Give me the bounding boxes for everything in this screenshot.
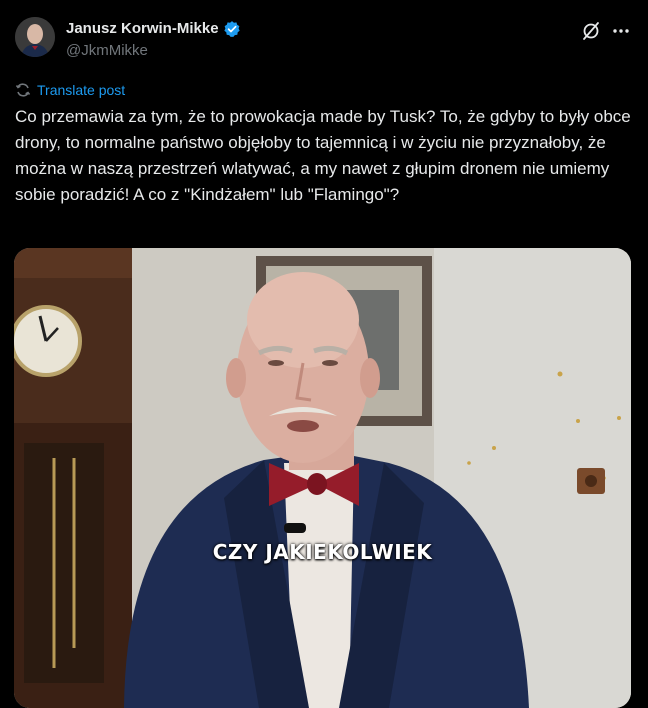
author-name-text: Janusz Korwin-Mikke xyxy=(66,20,219,37)
video-media[interactable]: CZY JAKIEKOLWIEK xyxy=(14,248,631,708)
verified-badge-icon xyxy=(223,20,241,38)
author-handle[interactable]: @JkmMikke xyxy=(66,41,148,61)
more-dots-icon[interactable] xyxy=(610,20,632,42)
post-text: Co przemawia za tym, że to prowokacja ma… xyxy=(15,107,636,204)
video-caption: CZY JAKIEKOLWIEK xyxy=(212,540,433,564)
grok-icon[interactable] xyxy=(580,20,602,42)
translate-post-button[interactable]: Translate post xyxy=(15,81,125,99)
avatar[interactable] xyxy=(15,17,55,57)
translate-post-label: Translate post xyxy=(37,82,126,98)
video-frame xyxy=(14,248,631,708)
tweet: Janusz Korwin-Mikke @JkmMikke Translate xyxy=(0,0,648,708)
author-name[interactable]: Janusz Korwin-Mikke xyxy=(66,19,241,39)
translate-icon xyxy=(15,83,31,97)
